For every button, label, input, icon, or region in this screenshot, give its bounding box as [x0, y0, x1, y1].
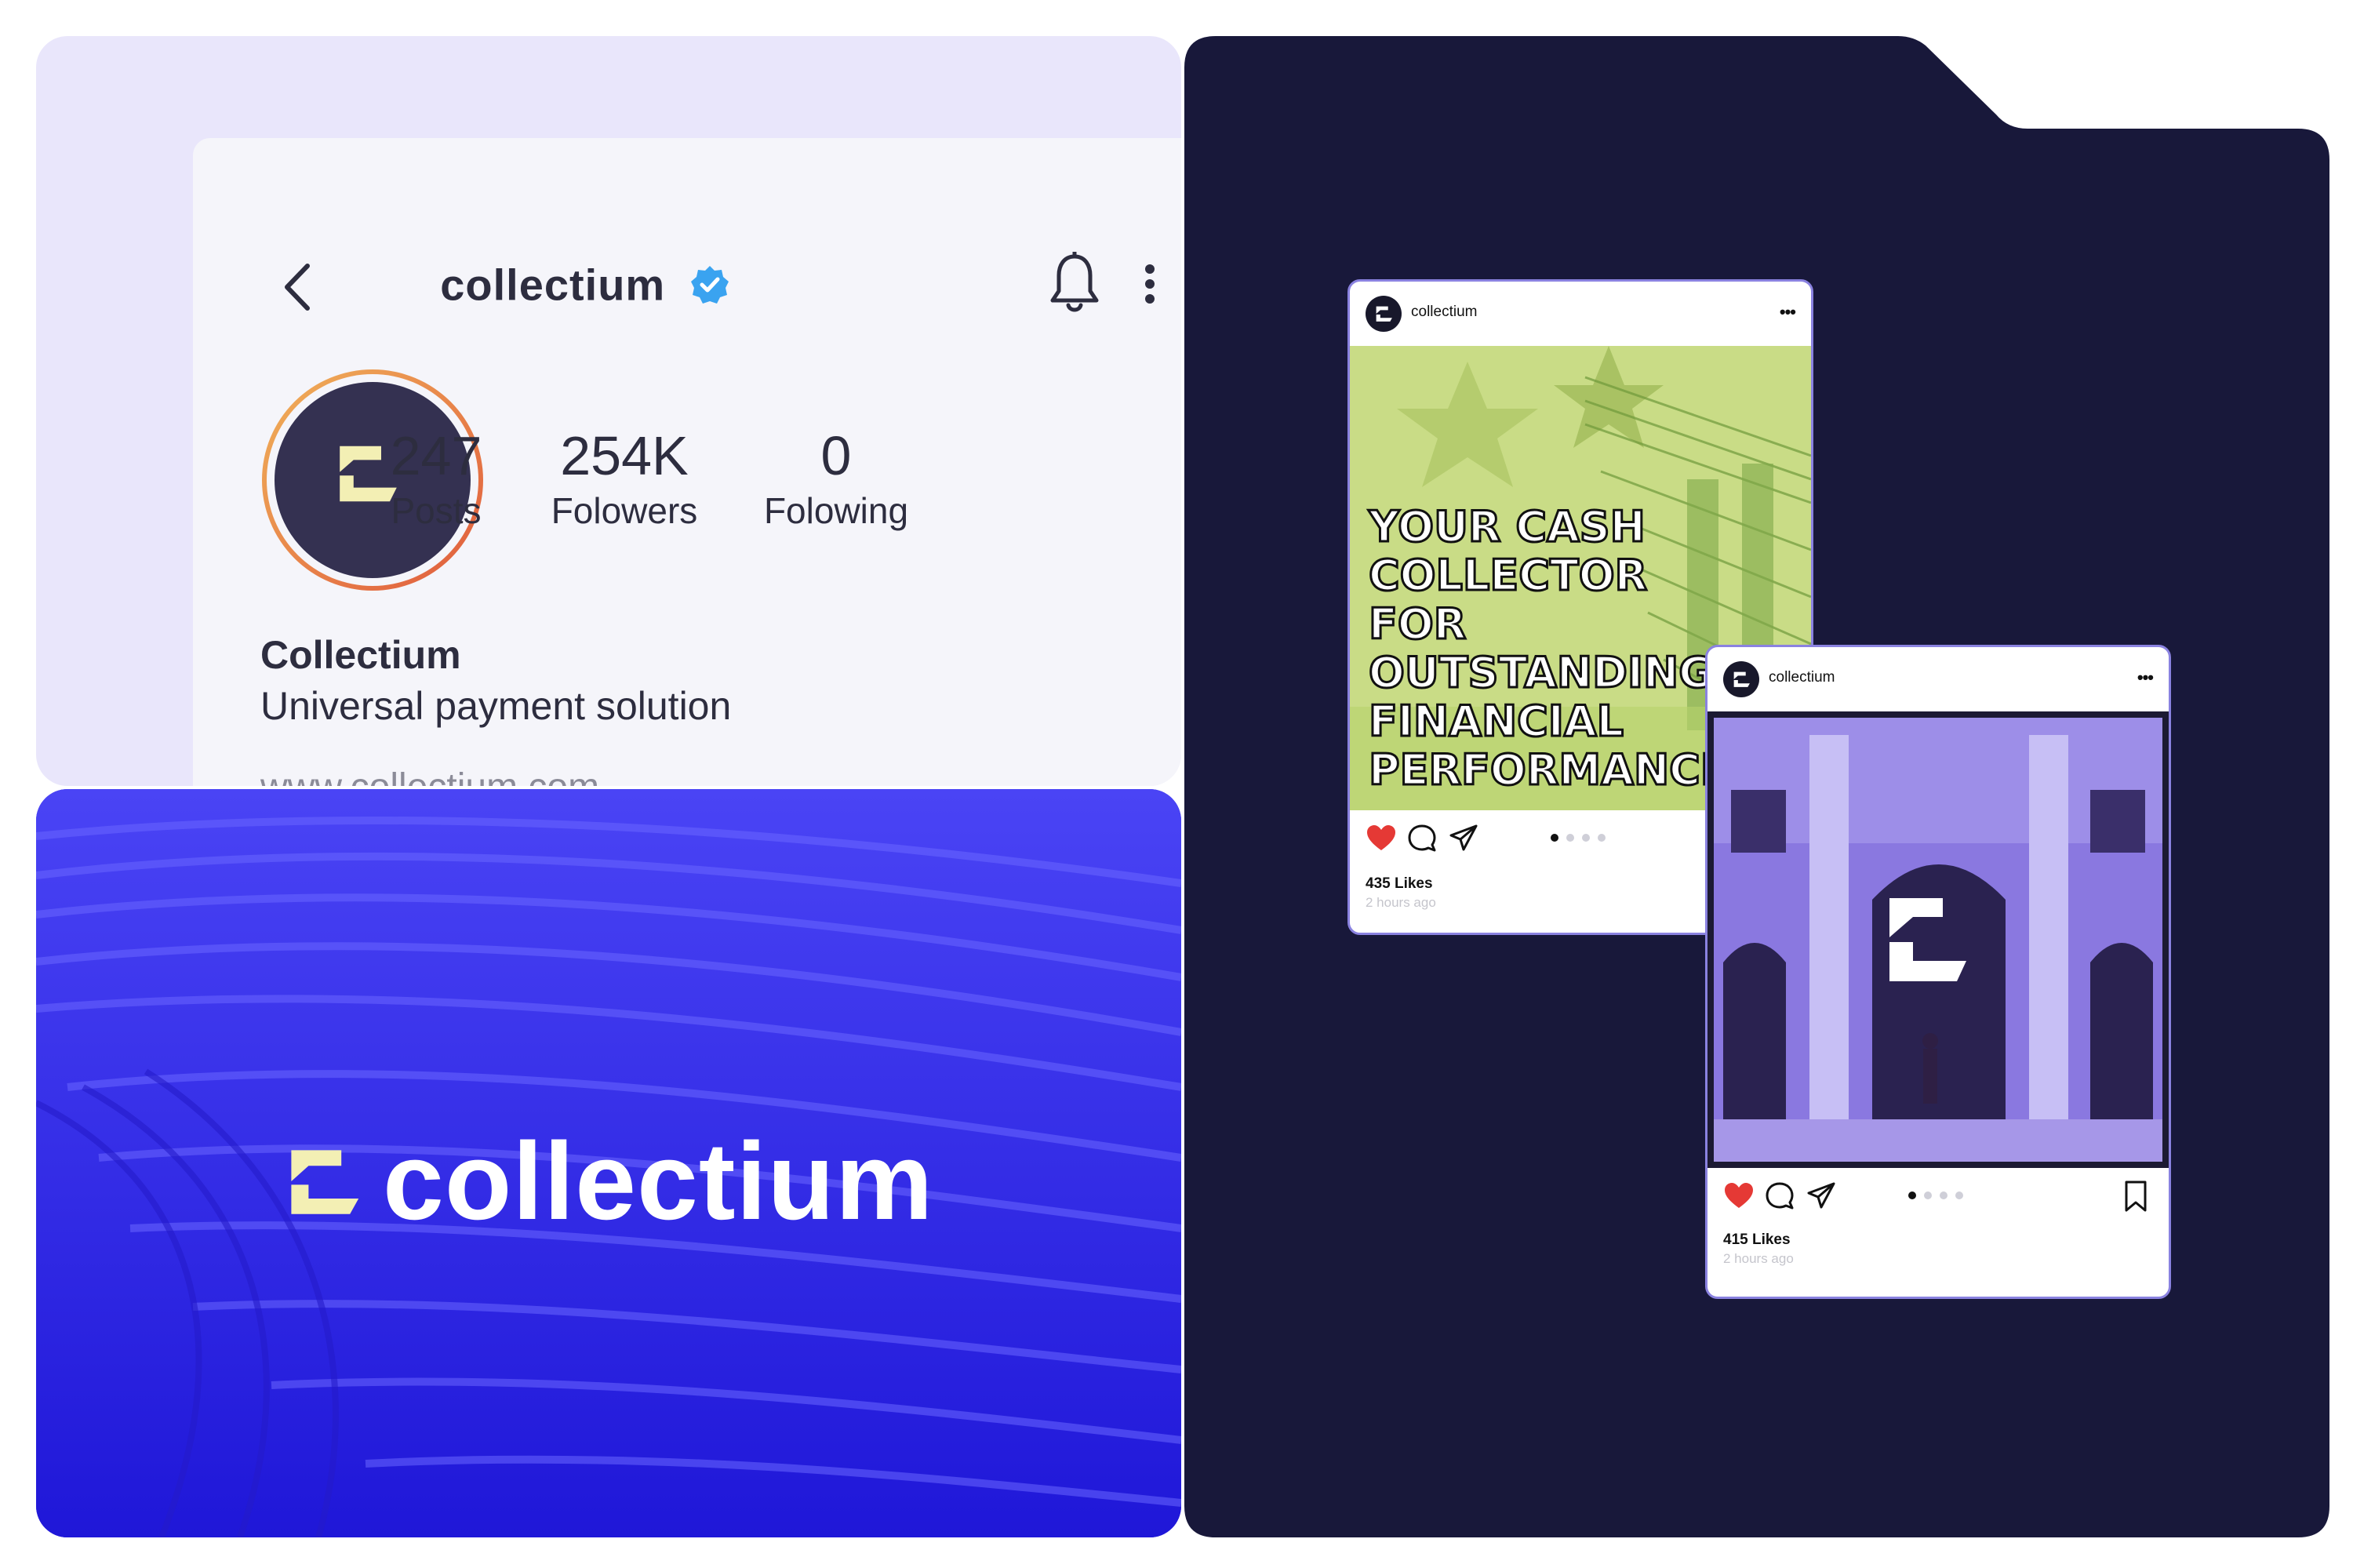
- carousel-dot[interactable]: [1566, 834, 1574, 842]
- social-post[interactable]: collectium ••• 415 Likes 2 hours ago: [1705, 645, 2171, 1299]
- carousel-dot[interactable]: [1908, 1191, 1916, 1199]
- stat-value: 0: [820, 425, 852, 486]
- verified-icon: [690, 266, 729, 304]
- likes-count[interactable]: 435 Likes: [1366, 875, 1433, 893]
- carousel-dot[interactable]: [1582, 834, 1590, 842]
- bank-building-photo: [1707, 711, 2169, 1168]
- profile-header-title: collectium: [193, 256, 977, 311]
- stat-label: Posts: [391, 490, 482, 531]
- carousel-dot[interactable]: [1598, 834, 1606, 842]
- profile-panel: collectium 247 Posts 254K Folowers 0 Fol…: [36, 36, 1181, 786]
- carousel-dot[interactable]: [1940, 1191, 1947, 1199]
- more-icon[interactable]: •••: [1780, 302, 1796, 322]
- heart-icon[interactable]: [1366, 823, 1397, 854]
- post-username[interactable]: collectium: [1769, 669, 1835, 686]
- post-actions: [1723, 1181, 1843, 1212]
- more-icon[interactable]: [1144, 264, 1155, 304]
- carousel-dots: [1551, 834, 1606, 842]
- stat-label: Folowing: [763, 490, 909, 531]
- profile-card: collectium 247 Posts 254K Folowers 0 Fol…: [193, 138, 1181, 786]
- likes-count[interactable]: 415 Likes: [1723, 1231, 1791, 1249]
- carousel-dot[interactable]: [1551, 834, 1558, 842]
- username: collectium: [440, 260, 666, 310]
- post-avatar[interactable]: [1366, 296, 1402, 332]
- post-time: 2 hours ago: [1366, 895, 1436, 910]
- banner-logo: collectium: [279, 1119, 933, 1244]
- post-time: 2 hours ago: [1723, 1251, 1794, 1266]
- stat-following[interactable]: 0 Folowing: [742, 424, 930, 534]
- bookmark-icon[interactable]: [2123, 1181, 2148, 1212]
- post-avatar[interactable]: [1723, 661, 1759, 697]
- post-header: collectium •••: [1350, 282, 1811, 344]
- carousel-dots: [1908, 1191, 1963, 1199]
- share-icon[interactable]: [1806, 1181, 1837, 1212]
- headline-line: OUTSTANDING: [1367, 647, 1715, 698]
- headline-line: FINANCIAL: [1367, 696, 1624, 747]
- headline-line: PERFORMANCE.: [1367, 744, 1746, 795]
- collectium-logo-icon: [1733, 671, 1750, 687]
- stat-followers[interactable]: 254K Folowers: [538, 424, 711, 534]
- heart-icon[interactable]: [1723, 1181, 1755, 1212]
- post-header: collectium •••: [1707, 647, 2169, 710]
- post-username[interactable]: collectium: [1411, 304, 1477, 321]
- headline-line: YOUR CASH: [1367, 501, 1646, 552]
- stat-value: 254K: [560, 425, 689, 486]
- headline-line: FOR: [1367, 598, 1467, 649]
- collectium-logo-icon: [291, 1150, 359, 1214]
- post-image: [1707, 711, 2169, 1168]
- profile-description: Universal payment solution: [260, 684, 732, 728]
- carousel-dot[interactable]: [1955, 1191, 1963, 1199]
- bell-icon[interactable]: [1048, 252, 1101, 315]
- share-icon[interactable]: [1448, 823, 1479, 854]
- stat-posts[interactable]: 247 Posts: [365, 424, 507, 534]
- comment-icon[interactable]: [1764, 1181, 1795, 1212]
- brand-banner: collectium: [36, 789, 1181, 1537]
- stat-label: Folowers: [551, 490, 698, 531]
- comment-icon[interactable]: [1406, 823, 1438, 854]
- post-headline: YOUR CASH COLLECTOR FOR OUTSTANDING FINA…: [1367, 501, 1746, 795]
- stat-value: 247: [390, 425, 482, 486]
- profile-name: Collectium: [260, 633, 461, 677]
- collectium-logo-icon: [1376, 306, 1392, 322]
- carousel-dot[interactable]: [1924, 1191, 1932, 1199]
- headline-line: COLLECTOR: [1367, 550, 1648, 601]
- profile-website-link[interactable]: www.collectium.com: [260, 766, 599, 786]
- banner-wordmark: collectium: [383, 1119, 934, 1242]
- more-icon[interactable]: •••: [2137, 668, 2154, 688]
- post-actions: [1366, 823, 1486, 854]
